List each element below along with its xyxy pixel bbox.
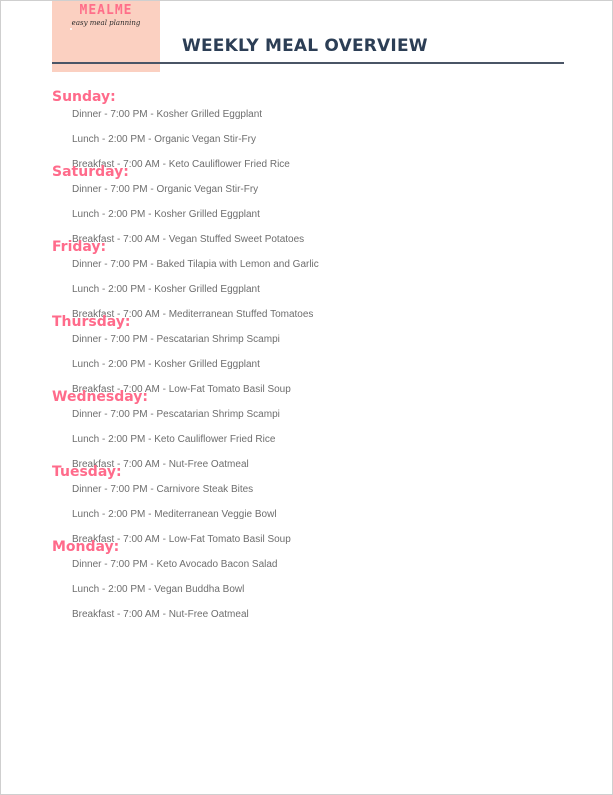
meal-dinner: Dinner - 7:00 PM - Carnivore Steak Bites: [72, 484, 254, 495]
meal-lunch: Lunch - 2:00 PM - Keto Cauliflower Fried…: [72, 434, 276, 445]
meal-lunch: Lunch - 2:00 PM - Kosher Grilled Eggplan…: [72, 209, 260, 220]
meal-dinner: Dinner - 7:00 PM - Baked Tilapia with Le…: [72, 259, 319, 270]
meal-lunch: Lunch - 2:00 PM - Kosher Grilled Eggplan…: [72, 359, 260, 370]
day-section-monday: Monday: Dinner - 7:00 PM - Keto Avocado …: [1, 539, 613, 620]
meal-breakfast: Breakfast - 7:00 AM - Nut-Free Oatmeal: [72, 609, 249, 620]
meal-dinner: Dinner - 7:00 PM - Keto Avocado Bacon Sa…: [72, 559, 278, 570]
day-heading: Tuesday:: [52, 464, 122, 480]
day-heading: Wednesday:: [52, 389, 149, 405]
day-heading: Friday:: [52, 239, 107, 255]
logo-tagline: easy meal planning: [71, 19, 141, 27]
meal-dinner: Dinner - 7:00 PM - Pescatarian Shrimp Sc…: [72, 409, 280, 420]
meal-lunch: Lunch - 2:00 PM - Kosher Grilled Eggplan…: [72, 284, 260, 295]
day-list: Sunday: Dinner - 7:00 PM - Kosher Grille…: [1, 89, 613, 620]
meal-dinner: Dinner - 7:00 PM - Organic Vegan Stir-Fr…: [72, 184, 259, 195]
document-page: MEALME easy meal planning WEEKLY MEAL OV…: [0, 0, 613, 795]
meal-lunch: Lunch - 2:00 PM - Mediterranean Veggie B…: [72, 509, 277, 520]
day-heading: Sunday:: [52, 89, 116, 105]
day-heading: Thursday:: [52, 314, 131, 330]
page-title: WEEKLY MEAL OVERVIEW: [182, 36, 428, 56]
day-section-sunday: Sunday: Dinner - 7:00 PM - Kosher Grille…: [1, 89, 613, 170]
logo-name: MEALME: [79, 3, 133, 18]
day-section-wednesday: Wednesday: Dinner - 7:00 PM - Pescataria…: [1, 389, 613, 470]
day-section-tuesday: Tuesday: Dinner - 7:00 PM - Carnivore St…: [1, 464, 613, 545]
meal-dinner: Dinner - 7:00 PM - Kosher Grilled Eggpla…: [72, 109, 263, 120]
logo-dot: [70, 28, 72, 30]
meal-lunch: Lunch - 2:00 PM - Organic Vegan Stir-Fry: [72, 134, 256, 145]
day-section-saturday: Saturday: Dinner - 7:00 PM - Organic Veg…: [1, 164, 613, 245]
meal-lunch: Lunch - 2:00 PM - Vegan Buddha Bowl: [72, 584, 245, 595]
meal-dinner: Dinner - 7:00 PM - Pescatarian Shrimp Sc…: [72, 334, 280, 345]
title-divider: [52, 62, 564, 64]
day-heading: Saturday:: [52, 164, 129, 180]
day-section-thursday: Thursday: Dinner - 7:00 PM - Pescatarian…: [1, 314, 613, 395]
day-heading: Monday:: [52, 539, 120, 555]
day-section-friday: Friday: Dinner - 7:00 PM - Baked Tilapia…: [1, 239, 613, 320]
